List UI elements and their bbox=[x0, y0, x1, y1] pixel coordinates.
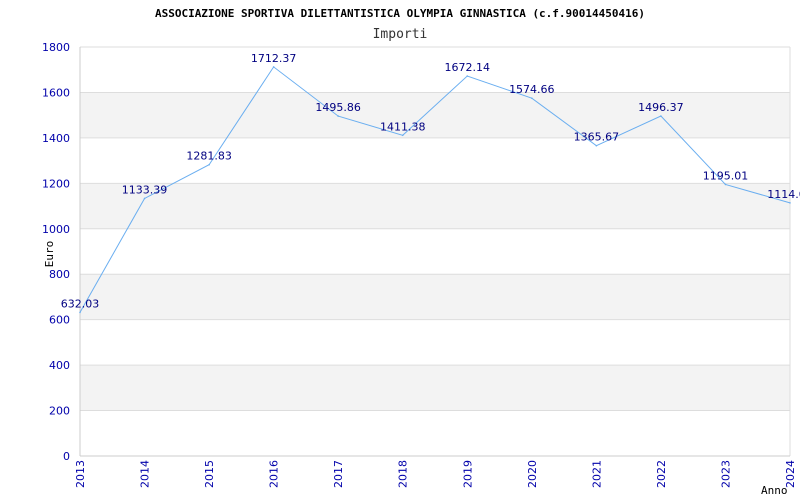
data-label: 1114.02 bbox=[767, 188, 800, 201]
data-label: 1281.83 bbox=[186, 150, 232, 163]
y-tick-label: 800 bbox=[49, 268, 70, 281]
grid-band bbox=[80, 365, 790, 411]
x-axis-title: Anno bbox=[761, 484, 788, 497]
y-tick-label: 400 bbox=[49, 359, 70, 372]
data-label: 1496.37 bbox=[638, 101, 684, 114]
data-point bbox=[789, 202, 791, 204]
x-tick-label: 2018 bbox=[397, 460, 410, 488]
data-label: 1195.01 bbox=[703, 169, 749, 182]
data-point bbox=[337, 115, 339, 117]
grid-band bbox=[80, 92, 790, 138]
y-tick-label: 0 bbox=[63, 450, 70, 463]
data-point bbox=[79, 311, 81, 314]
x-tick-label: 2014 bbox=[139, 460, 152, 488]
y-tick-label: 1400 bbox=[42, 132, 70, 145]
line-chart: 020040060080010001200140016001800 2013 20… bbox=[42, 7, 800, 497]
data-point bbox=[595, 144, 598, 147]
x-tick-label: 2015 bbox=[203, 460, 216, 488]
y-tick-label: 200 bbox=[49, 405, 70, 418]
grid-band bbox=[80, 274, 790, 320]
grid-band bbox=[80, 183, 790, 229]
x-tick-label: 2017 bbox=[332, 460, 345, 488]
data-point bbox=[466, 75, 469, 77]
x-tick-label: 2013 bbox=[74, 460, 87, 488]
data-label: 1672.14 bbox=[445, 61, 491, 74]
y-tick-label: 1800 bbox=[42, 41, 70, 54]
x-tick-label: 2021 bbox=[590, 460, 603, 488]
x-axis-ticks: 2013 2014 2015 2016 2017 2018 2019 2020 2021 2022… bbox=[74, 460, 797, 488]
data-point bbox=[660, 115, 662, 117]
data-point bbox=[208, 163, 210, 166]
y-tick-label: 1200 bbox=[42, 177, 70, 190]
x-tick-label: 2022 bbox=[655, 460, 668, 488]
data-label: 1574.66 bbox=[509, 83, 555, 96]
data-label: 1411.38 bbox=[380, 120, 426, 133]
chart-subtitle: Importi bbox=[373, 27, 428, 42]
data-label: 1365.67 bbox=[574, 131, 620, 144]
data-point bbox=[401, 134, 404, 137]
data-point bbox=[724, 183, 727, 186]
y-axis-title: Euro bbox=[43, 241, 56, 268]
data-point bbox=[143, 197, 146, 200]
data-label: 1133.39 bbox=[122, 183, 168, 196]
x-tick-label: 2023 bbox=[719, 460, 732, 488]
chart-title: ASSOCIAZIONE SPORTIVA DILETTANTISTICA OL… bbox=[155, 7, 645, 20]
y-tick-label: 1600 bbox=[42, 86, 70, 99]
data-point bbox=[531, 97, 533, 100]
data-label: 1712.37 bbox=[251, 52, 297, 65]
y-tick-label: 600 bbox=[49, 314, 70, 327]
data-point bbox=[272, 66, 275, 68]
x-tick-label: 2016 bbox=[268, 460, 281, 488]
data-label: 1495.86 bbox=[315, 101, 361, 114]
x-tick-label: 2019 bbox=[461, 460, 474, 488]
data-label: 632.03 bbox=[61, 297, 100, 310]
y-tick-label: 1000 bbox=[42, 223, 70, 236]
x-tick-label: 2020 bbox=[526, 460, 539, 488]
